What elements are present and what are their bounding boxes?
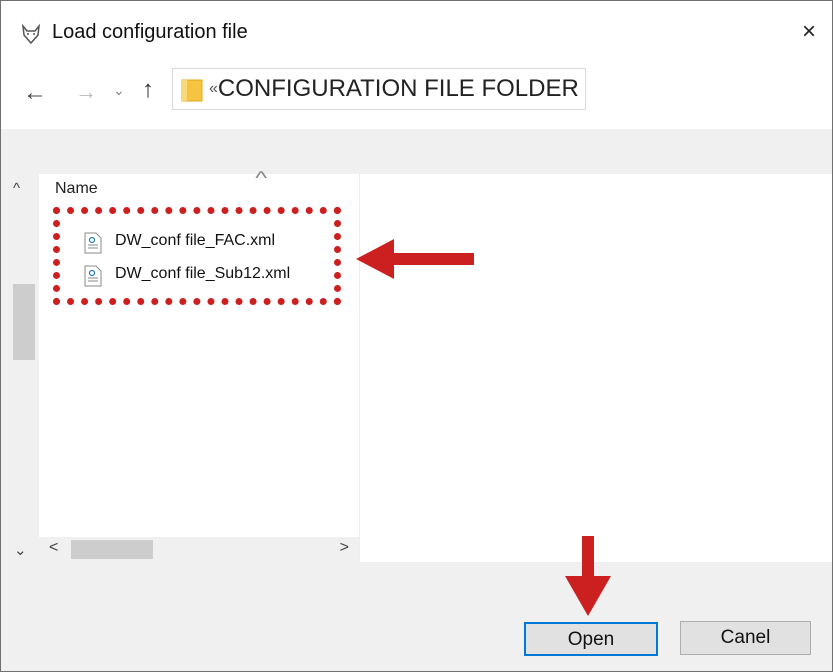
back-arrow-icon[interactable]: ← — [23, 79, 47, 107]
highlight-dotted-box — [53, 207, 341, 305]
horizontal-scroll-thumb[interactable] — [71, 540, 153, 559]
top-strip — [1, 1, 832, 9]
dialog-title: Load configuration file — [52, 21, 248, 43]
preview-pane — [359, 174, 832, 562]
title-bar: Load configuration file × — [1, 9, 832, 57]
load-configuration-dialog: Load configuration file × ← → ⌄ ↑ «CONFI… — [0, 0, 833, 672]
vertical-scroll-thumb[interactable] — [13, 284, 35, 360]
column-header-name[interactable]: Name — [55, 180, 98, 198]
left-pointing-arrow-annotation — [356, 239, 474, 279]
cancel-button[interactable]: Canel — [680, 621, 811, 655]
forward-arrow-icon[interactable]: → — [75, 79, 97, 105]
scroll-up-icon[interactable]: ^ — [13, 180, 20, 197]
horizontal-scrollbar[interactable]: < > — [39, 537, 359, 562]
toolbar-strip — [1, 129, 832, 174]
wolf-app-icon — [21, 23, 41, 45]
address-path: «CONFIGURATION FILE FOLDER — [209, 75, 579, 103]
recent-locations-chevron-icon[interactable]: ⌄ — [113, 82, 125, 99]
address-prefix: « — [209, 80, 218, 97]
button-bar: Open Canel — [1, 562, 832, 671]
navigation-pane-scrollbar[interactable]: ^ ⌄ — [1, 174, 39, 562]
scroll-left-icon[interactable]: < — [49, 539, 58, 557]
close-button[interactable]: × — [796, 17, 822, 47]
address-bar[interactable]: «CONFIGURATION FILE FOLDER — [172, 68, 586, 110]
down-pointing-arrow-annotation — [565, 536, 611, 616]
sort-ascending-icon: ^ — [255, 168, 268, 188]
scroll-down-icon[interactable]: ⌄ — [14, 541, 27, 559]
up-arrow-icon[interactable]: ↑ — [142, 76, 154, 104]
address-folder-name: CONFIGURATION FILE FOLDER — [217, 75, 579, 102]
folder-icon — [181, 79, 203, 102]
scroll-right-icon[interactable]: > — [340, 539, 349, 557]
open-button[interactable]: Open — [524, 622, 658, 656]
navigation-bar: ← → ⌄ ↑ «CONFIGURATION FILE FOLDER — [1, 57, 832, 129]
